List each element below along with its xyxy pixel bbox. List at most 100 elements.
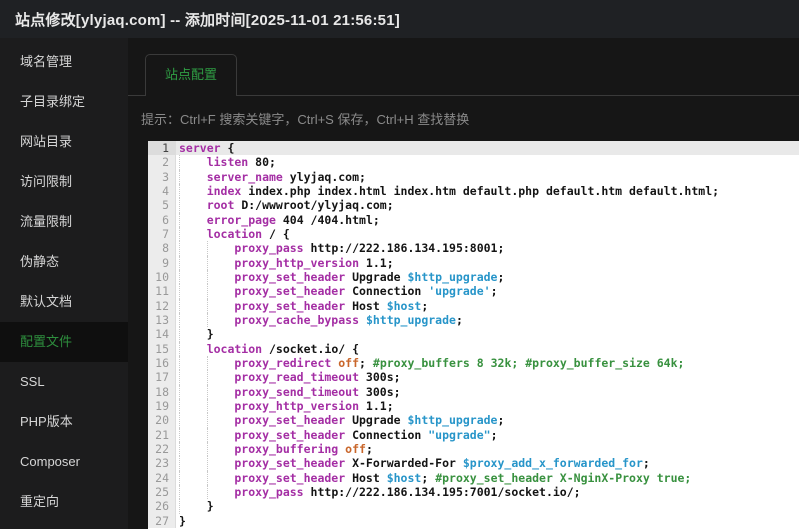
code-token-pl: ; [421, 298, 429, 313]
code-line-content[interactable]: } [176, 499, 214, 514]
main-layout: 域名管理 子目录绑定 网站目录 访问限制 流量限制 伪静态 默认文档 配置文件 SSL PHP版本… [0, 38, 799, 529]
code-line[interactable]: 15 location /socket.io/ { [148, 341, 799, 356]
code-line[interactable]: 20 proxy_set_header Upgrade $http_upgrade… [148, 413, 799, 428]
sidebar-item-subdir-bind[interactable]: 子目录绑定 [0, 82, 128, 122]
code-line[interactable]: 26} [148, 499, 799, 514]
line-number: 9 [148, 255, 176, 270]
sidebar-item-rewrite[interactable]: 伪静态 [0, 242, 128, 282]
sidebar: 域名管理 子目录绑定 网站目录 访问限制 流量限制 伪静态 默认文档 配置文件 SSL PHP版本… [0, 38, 128, 529]
indent-guide [206, 241, 235, 256]
code-line[interactable]: 21 proxy_set_header Connection "upgrade"; [148, 427, 799, 442]
indent-guide [206, 456, 235, 471]
code-token-kw: proxy_cache_bypass [234, 312, 359, 327]
code-token-kw: proxy_set_header [234, 284, 346, 299]
code-line-content[interactable]: proxy_set_header Host $host; #proxy_set_… [176, 470, 691, 485]
code-line-content[interactable]: listen 80; [176, 155, 276, 170]
line-number: 2 [148, 155, 176, 170]
sidebar-item-default-doc[interactable]: 默认文档 [0, 282, 128, 322]
code-token-pl: } [206, 327, 214, 342]
code-line[interactable]: 17 proxy_read_timeout 300s; [148, 370, 799, 385]
sidebar-item-redirect[interactable]: 重定向 [0, 482, 128, 522]
code-line-content[interactable]: proxy_redirect off; #proxy_buffers 8 32k… [176, 355, 684, 371]
code-line[interactable]: 2 listen 80; [148, 155, 799, 170]
code-line[interactable]: 5 root D:/wwwroot/ylyjaq.com; [148, 198, 799, 213]
config-editor[interactable]: 1 server {2 listen 80; 3 server_name ylyjaq.… [148, 141, 799, 529]
code-line-content[interactable]: proxy_cache_bypass $http_upgrade; [176, 312, 463, 328]
indent-guide [206, 470, 235, 485]
code-token-kw: location [206, 226, 263, 241]
sidebar-item-access-limit[interactable]: 访问限制 [0, 162, 128, 202]
code-line[interactable]: 13 proxy_cache_bypass $http_upgrade; [148, 312, 799, 328]
code-line-content[interactable]: proxy_set_header Connection "upgrade"; [176, 427, 498, 442]
indent-guide [179, 470, 207, 485]
code-line-content[interactable]: } [176, 327, 214, 342]
code-line[interactable]: 22 proxy_buffering off; [148, 441, 799, 457]
sidebar-item-ssl[interactable]: SSL [0, 362, 128, 402]
code-line[interactable]: 10 proxy_set_header Upgrade $http_upgrade… [148, 269, 799, 285]
code-line-content[interactable]: proxy_set_header Connection 'upgrade'; [176, 284, 498, 299]
code-line[interactable]: 16 proxy_redirect off; #proxy_buffers 8 3… [148, 355, 799, 371]
code-line-content[interactable]: proxy_http_version 1.1; [176, 255, 394, 270]
code-line[interactable]: 11 proxy_set_header Connection 'upgrade'; [148, 284, 799, 299]
code-line-content[interactable]: } [176, 514, 186, 528]
code-line[interactable]: 7 location / { [148, 226, 799, 242]
code-line[interactable]: 3 server_name ylyjaq.com; [148, 169, 799, 184]
code-token-pl: ; [359, 355, 373, 370]
code-token-kw: error_page [206, 212, 276, 227]
line-number: 16 [148, 355, 176, 371]
code-token-kw: proxy_pass [234, 484, 304, 499]
code-token-atom: off [338, 355, 360, 370]
window-title-bar: 站点修改[ylyjaq.com] -- 添加时间[2025-11-01 21:5… [0, 0, 799, 38]
sidebar-item-php-version[interactable]: PHP版本 [0, 402, 128, 442]
sidebar-item-site-directory[interactable]: 网站目录 [0, 122, 128, 162]
code-line-content[interactable]: proxy_pass http://222.186.134.195:7001/s… [176, 484, 581, 500]
code-line[interactable]: 19 proxy_http_version 1.1; [148, 398, 799, 414]
code-line-content[interactable]: index index.php index.html index.htm def… [176, 183, 719, 199]
code-line[interactable]: 25 proxy_pass http://222.186.134.195:7001… [148, 484, 799, 500]
code-line[interactable]: 24 proxy_set_header Host $host; #proxy_se… [148, 470, 799, 485]
sidebar-item-composer[interactable]: Composer [0, 442, 128, 482]
code-line-content[interactable]: proxy_pass http://222.186.134.195:8001; [176, 241, 505, 256]
code-token-var: $http_upgrade [407, 413, 498, 428]
code-line[interactable]: 6 error_page 404 /404.html; [148, 212, 799, 227]
line-number: 12 [148, 298, 176, 313]
code-line[interactable]: 4 index index.php index.html index.htm de… [148, 183, 799, 199]
code-line-content[interactable]: proxy_read_timeout 300s; [176, 370, 401, 385]
sidebar-item-domain-manage[interactable]: 域名管理 [0, 42, 128, 82]
code-line-content[interactable]: proxy_set_header Host $host; [176, 298, 429, 313]
code-line-content[interactable]: server { [176, 141, 234, 155]
code-token-pl: ; [421, 470, 436, 485]
code-line[interactable]: 23 proxy_set_header X-Forwarded-For $prox… [148, 456, 799, 471]
sidebar-item-traffic-limit[interactable]: 流量限制 [0, 202, 128, 242]
code-line[interactable]: 12 proxy_set_header Host $host; [148, 298, 799, 313]
code-token-pl: 1.1; [359, 255, 394, 270]
code-line-content[interactable]: location / { [176, 226, 290, 242]
sidebar-item-config-file[interactable]: 配置文件 [0, 322, 128, 362]
code-token-pl: 300s; [359, 384, 401, 399]
indent-guide [179, 456, 207, 471]
code-line-content[interactable]: root D:/wwwroot/ylyjaq.com; [176, 198, 394, 213]
code-line-content[interactable]: proxy_set_header X-Forwarded-For $proxy_… [176, 456, 650, 471]
code-line-content[interactable]: error_page 404 /404.html; [176, 212, 380, 227]
code-line[interactable]: 1 server { [148, 141, 799, 156]
code-token-pl: http://222.186.134.195:8001; [303, 241, 505, 256]
code-line[interactable]: 8 proxy_pass http://222.186.134.195:8001; [148, 241, 799, 256]
code-line-content[interactable]: server_name ylyjaq.com; [176, 169, 366, 184]
code-line[interactable]: 27} [148, 513, 799, 528]
code-token-kw: proxy_set_header [234, 456, 346, 471]
code-line-content[interactable]: proxy_send_timeout 300s; [176, 384, 401, 399]
code-line-content[interactable]: proxy_set_header Upgrade $http_upgrade; [176, 413, 504, 428]
line-number: 23 [148, 456, 176, 471]
code-line-content[interactable]: proxy_buffering off; [176, 441, 373, 457]
code-line-content[interactable]: proxy_http_version 1.1; [176, 398, 394, 414]
indent-guide [179, 269, 207, 285]
code-line[interactable]: 14} [148, 327, 799, 342]
indent-guide [206, 398, 235, 414]
code-line[interactable]: 18 proxy_send_timeout 300s; [148, 384, 799, 399]
tab-bar: 站点配置 [128, 38, 799, 96]
code-token-kw: proxy_set_header [234, 427, 346, 442]
code-line[interactable]: 9 proxy_http_version 1.1; [148, 255, 799, 270]
code-line-content[interactable]: location /socket.io/ { [176, 341, 359, 356]
code-line-content[interactable]: proxy_set_header Upgrade $http_upgrade; [176, 269, 504, 285]
tab-site-config[interactable]: 站点配置 [145, 54, 238, 96]
